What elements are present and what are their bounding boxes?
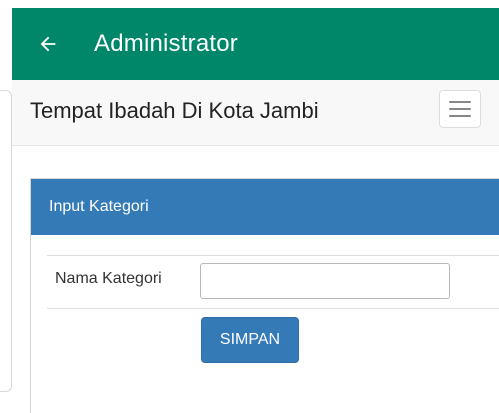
site-navbar: Tempat Ibadah Di Kota Jambi [12,80,499,146]
arrow-left-icon [40,36,56,52]
app-bar: Administrator [12,8,499,80]
app-title: Administrator [94,30,238,57]
input-panel: Input Kategori Nama Kategori SIMPAN [30,178,499,413]
web-content: Tempat Ibadah Di Kota Jambi Input Katego… [0,80,499,413]
site-brand[interactable]: Tempat Ibadah Di Kota Jambi [30,98,319,124]
hamburger-menu-icon [449,101,471,103]
panel-heading: Input Kategori [31,179,499,235]
menu-toggle-button[interactable] [439,90,481,128]
simpan-button[interactable]: SIMPAN [201,317,299,363]
back-button[interactable] [34,30,62,58]
nama-kategori-input[interactable] [200,263,450,299]
form-row-nama-kategori: Nama Kategori [47,255,499,309]
side-drawer-edge [0,90,12,392]
app-screen: Administrator Tempat Ibadah Di Kota Jamb… [0,0,499,413]
nama-kategori-label: Nama Kategori [55,270,162,287]
